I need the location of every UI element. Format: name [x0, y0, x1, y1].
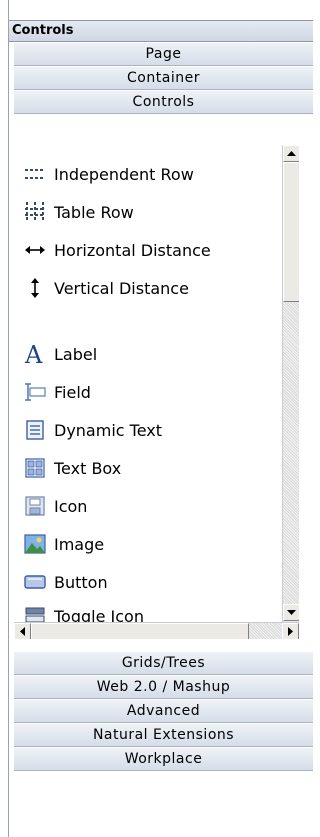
panel-title: Controls [9, 20, 313, 42]
horizontal-distance-icon [24, 239, 46, 261]
vertical-scroll-track[interactable] [283, 302, 300, 604]
toggle-icon-icon [24, 605, 46, 622]
section-natural-extensions[interactable]: Natural Extensions [14, 723, 313, 747]
list-item-independent-row[interactable]: Independent Row [24, 159, 194, 189]
text-box-icon [24, 457, 46, 479]
item-label: Field [54, 382, 91, 402]
scroll-up-button[interactable] [283, 145, 300, 162]
scroll-corner [299, 622, 313, 639]
section-grids-trees[interactable]: Grids/Trees [14, 651, 313, 675]
item-label: Text Box [54, 458, 122, 478]
list-item-dynamic-text[interactable]: Dynamic Text [24, 415, 162, 445]
svg-text:A: A [24, 343, 43, 365]
icon-icon [24, 495, 46, 517]
item-label: Button [54, 572, 108, 592]
item-label: Toggle Icon [54, 606, 144, 623]
section-workplace[interactable]: Workplace [14, 747, 313, 771]
list-item-horizontal-distance[interactable]: Horizontal Distance [24, 235, 211, 265]
section-advanced[interactable]: Advanced [14, 699, 313, 723]
horizontal-scroll-thumb[interactable] [31, 623, 249, 640]
controls-list: Independent Row Table Row Horizontal Dis… [14, 145, 299, 622]
label-icon: A [24, 343, 46, 365]
item-label: Table Row [54, 202, 134, 222]
section-web-mashup[interactable]: Web 2.0 / Mashup [14, 675, 313, 699]
table-row-icon [24, 201, 46, 223]
dynamic-text-icon [24, 419, 46, 441]
controls-palette: Controls Page Container Controls Indepen… [0, 0, 313, 837]
button-icon [24, 571, 46, 593]
vertical-distance-icon [24, 277, 46, 299]
list-item-label[interactable]: A Label [24, 339, 97, 369]
list-item-field[interactable]: Field [24, 377, 91, 407]
item-label: Vertical Distance [54, 278, 189, 298]
list-item-image[interactable]: Image [24, 529, 104, 559]
scroll-right-button[interactable] [282, 623, 299, 640]
list-item-text-box[interactable]: Text Box [24, 453, 121, 483]
list-item-icon[interactable]: Icon [24, 491, 87, 521]
horizontal-scrollbar[interactable] [14, 622, 299, 640]
panel-right-margin [299, 145, 313, 622]
left-border [0, 0, 9, 837]
field-icon [24, 381, 46, 403]
item-label: Horizontal Distance [54, 240, 211, 260]
horizontal-scroll-track[interactable] [249, 623, 282, 640]
list-item-toggle-icon[interactable]: Toggle Icon [24, 601, 144, 622]
list-item-table-row[interactable]: Table Row [24, 197, 134, 227]
scroll-down-button[interactable] [283, 604, 300, 621]
list-item-button[interactable]: Button [24, 567, 108, 597]
arrow-left-icon [20, 627, 25, 636]
item-label: Image [54, 534, 105, 554]
section-page[interactable]: Page [14, 42, 313, 66]
item-label: Label [54, 344, 98, 364]
vertical-scrollbar[interactable] [282, 145, 300, 622]
independent-row-icon [24, 163, 46, 185]
vertical-scroll-thumb[interactable] [283, 162, 300, 302]
list-item-vertical-distance[interactable]: Vertical Distance [24, 273, 189, 303]
item-label: Icon [54, 496, 88, 516]
scroll-left-button[interactable] [14, 623, 31, 640]
image-icon [24, 533, 46, 555]
section-container[interactable]: Container [14, 66, 313, 90]
section-gap [14, 639, 313, 651]
arrow-up-icon [287, 151, 296, 156]
arrow-down-icon [287, 610, 296, 615]
arrow-right-icon [288, 627, 293, 636]
item-label: Independent Row [54, 164, 194, 184]
item-label: Dynamic Text [54, 420, 163, 440]
section-controls[interactable]: Controls [14, 90, 313, 114]
